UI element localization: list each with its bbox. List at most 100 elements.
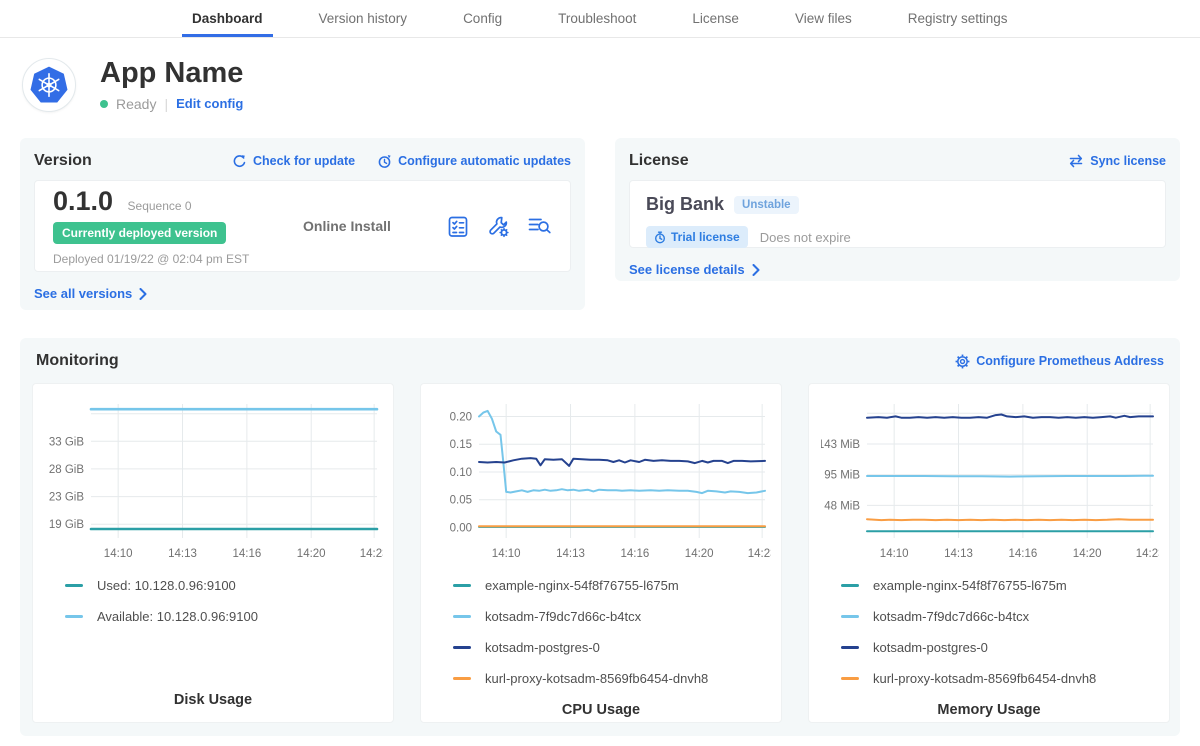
tab-dashboard[interactable]: Dashboard: [182, 0, 273, 37]
clock-update-icon: [377, 154, 392, 169]
kubernetes-icon: [29, 65, 69, 105]
svg-text:143 MiB: 143 MiB: [821, 439, 860, 451]
see-license-details-link[interactable]: See license details: [629, 262, 760, 277]
cpu-usage-chart-card: 0.000.050.100.150.2014:1014:1314:1614:20…: [420, 383, 782, 723]
chevron-right-icon: [752, 264, 760, 276]
legend-swatch: [65, 584, 83, 587]
svg-text:14:23: 14:23: [1136, 548, 1159, 560]
tab-license[interactable]: License: [682, 0, 749, 37]
license-expiry: Does not expire: [760, 230, 851, 245]
app-status-text: Ready: [116, 96, 156, 112]
configure-prometheus-link[interactable]: Configure Prometheus Address: [955, 354, 1164, 369]
legend-item: kurl-proxy-kotsadm-8569fb6454-dnvh8: [841, 671, 1157, 686]
disk-usage-chart-card: 19 GiB23 GiB28 GiB33 GiB14:1014:1314:161…: [32, 383, 394, 723]
tab-troubleshoot[interactable]: Troubleshoot: [548, 0, 646, 37]
disk-usage-legend: Used: 10.128.0.96:9100 Available: 10.128.…: [45, 578, 381, 640]
legend-swatch: [453, 584, 471, 587]
legend-swatch: [453, 646, 471, 649]
svg-text:23 GiB: 23 GiB: [49, 492, 84, 504]
svg-text:14:16: 14:16: [1009, 548, 1038, 560]
version-number: 0.1.0: [53, 186, 113, 216]
memory-usage-legend: example-nginx-54f8f76755-l675m kotsadm-7f…: [821, 578, 1157, 702]
edit-config-link[interactable]: Edit config: [176, 96, 243, 111]
charts-row: 19 GiB23 GiB28 GiB33 GiB14:1014:1314:161…: [32, 383, 1168, 723]
svg-text:33 GiB: 33 GiB: [49, 436, 84, 448]
license-customer-name: Big Bank: [646, 194, 724, 215]
legend-item: kotsadm-7f9dc7d66c-b4tcx: [841, 609, 1157, 624]
tab-view-files[interactable]: View files: [785, 0, 862, 37]
check-for-update-link[interactable]: Check for update: [232, 154, 355, 169]
legend-item: example-nginx-54f8f76755-l675m: [453, 578, 769, 593]
preflight-checks-icon[interactable]: [447, 215, 469, 238]
legend-label: kotsadm-7f9dc7d66c-b4tcx: [485, 609, 641, 624]
chart-title: Disk Usage: [45, 692, 381, 712]
svg-text:14:10: 14:10: [104, 548, 133, 560]
current-version-panel: 0.1.0 Sequence 0 Currently deployed vers…: [34, 180, 571, 272]
svg-text:0.15: 0.15: [450, 439, 472, 451]
tab-config[interactable]: Config: [453, 0, 512, 37]
page-title: App Name: [100, 58, 243, 88]
legend-swatch: [841, 677, 859, 680]
svg-text:95 MiB: 95 MiB: [824, 470, 860, 482]
configure-automatic-updates-link[interactable]: Configure automatic updates: [377, 154, 571, 169]
legend-label: example-nginx-54f8f76755-l675m: [485, 578, 679, 593]
app-logo-icon: [22, 58, 76, 112]
legend-label: Used: 10.128.0.96:9100: [97, 578, 236, 593]
legend-swatch: [841, 584, 859, 587]
svg-text:0.05: 0.05: [450, 495, 472, 507]
refresh-icon: [232, 154, 247, 169]
view-logs-icon[interactable]: [528, 216, 552, 236]
legend-item: kurl-proxy-kotsadm-8569fb6454-dnvh8: [453, 671, 769, 686]
disk-usage-chart[interactable]: 19 GiB23 GiB28 GiB33 GiB14:1014:1314:161…: [45, 396, 383, 564]
license-card-title: License: [629, 152, 689, 170]
svg-text:19 GiB: 19 GiB: [49, 519, 84, 531]
legend-label: kurl-proxy-kotsadm-8569fb6454-dnvh8: [485, 671, 708, 686]
stopwatch-icon: [654, 231, 666, 244]
sync-license-link[interactable]: Sync license: [1068, 154, 1166, 168]
sync-arrows-icon: [1068, 154, 1084, 168]
license-panel: Big Bank Unstable Trial license Does not…: [629, 180, 1166, 248]
cpu-usage-chart[interactable]: 0.000.050.100.150.2014:1014:1314:1614:20…: [433, 396, 771, 564]
trial-license-badge: Trial license: [646, 226, 748, 248]
install-type-label: Online Install: [303, 218, 447, 234]
monitoring-card: Monitoring Configure Prometheus Address …: [20, 338, 1180, 736]
legend-item: example-nginx-54f8f76755-l675m: [841, 578, 1157, 593]
legend-swatch: [65, 615, 83, 618]
deployed-timestamp: Deployed 01/19/22 @ 02:04 pm EST: [53, 252, 303, 266]
legend-label: kotsadm-postgres-0: [873, 640, 988, 655]
tab-registry-settings[interactable]: Registry settings: [898, 0, 1018, 37]
version-card: Version Check for update Configure au: [20, 138, 585, 310]
legend-item: kotsadm-postgres-0: [453, 640, 769, 655]
svg-text:14:16: 14:16: [233, 548, 262, 560]
svg-text:14:20: 14:20: [685, 548, 714, 560]
svg-text:14:13: 14:13: [556, 548, 585, 560]
version-sequence: Sequence 0: [128, 199, 192, 213]
deployed-badge: Currently deployed version: [53, 222, 226, 244]
see-all-versions-link[interactable]: See all versions: [34, 286, 147, 301]
svg-text:14:23: 14:23: [360, 548, 383, 560]
legend-label: kotsadm-postgres-0: [485, 640, 600, 655]
legend-label: kotsadm-7f9dc7d66c-b4tcx: [873, 609, 1029, 624]
app-header: App Name Ready | Edit config: [22, 58, 1180, 112]
svg-text:14:10: 14:10: [880, 548, 909, 560]
svg-text:14:16: 14:16: [621, 548, 650, 560]
legend-item: Available: 10.128.0.96:9100: [65, 609, 381, 624]
svg-text:14:20: 14:20: [1073, 548, 1102, 560]
legend-swatch: [841, 615, 859, 618]
divider: |: [164, 96, 168, 112]
config-wrench-icon[interactable]: [487, 215, 510, 238]
chart-title: CPU Usage: [433, 702, 769, 722]
legend-swatch: [841, 646, 859, 649]
memory-usage-chart-card: 48 MiB95 MiB143 MiB14:1014:1314:1614:201…: [808, 383, 1170, 723]
svg-text:14:23: 14:23: [748, 548, 771, 560]
svg-text:0.00: 0.00: [450, 523, 472, 535]
memory-usage-chart[interactable]: 48 MiB95 MiB143 MiB14:1014:1314:1614:201…: [821, 396, 1159, 564]
svg-text:0.20: 0.20: [450, 412, 472, 424]
legend-swatch: [453, 677, 471, 680]
legend-label: Available: 10.128.0.96:9100: [97, 609, 258, 624]
tab-version-history[interactable]: Version history: [309, 0, 418, 37]
gear-icon: [955, 354, 970, 369]
svg-text:48 MiB: 48 MiB: [824, 500, 860, 512]
license-card: License Sync license Big Bank Unstable: [615, 138, 1180, 281]
top-nav: Dashboard Version history Config Troublesho…: [0, 0, 1200, 38]
